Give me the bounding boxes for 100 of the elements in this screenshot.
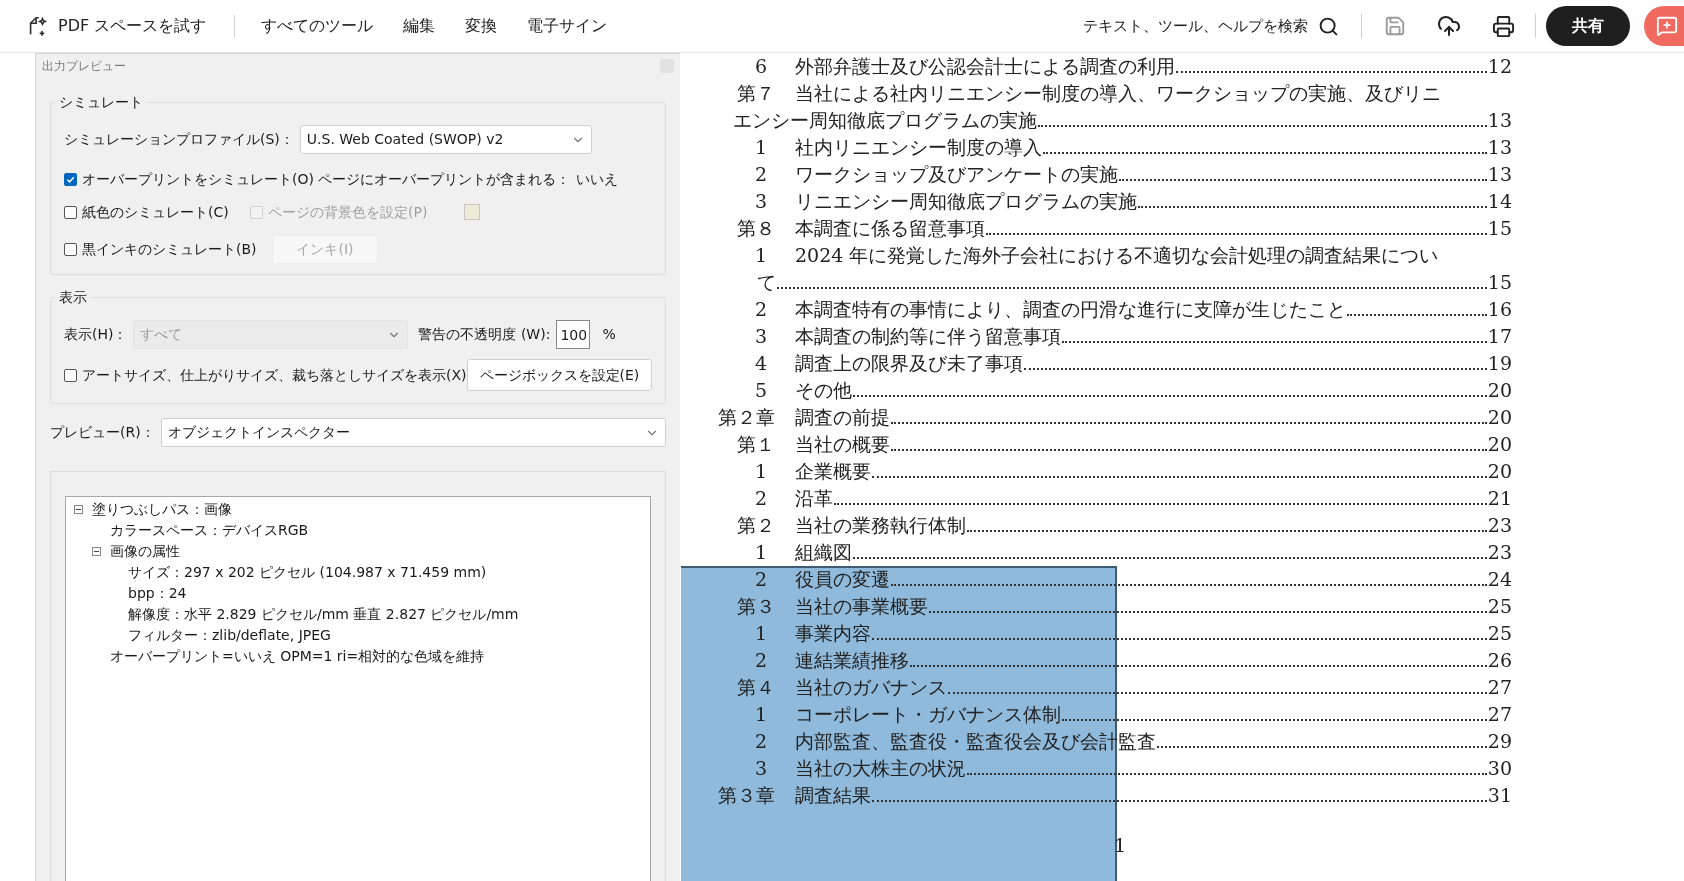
page-number: 27 bbox=[1487, 674, 1512, 700]
toc-number: 2 bbox=[753, 566, 768, 592]
tree-item[interactable]: 解像度：水平 2.829 ピクセル/mm 垂直 2.827 ピクセル/mm bbox=[128, 604, 519, 625]
toc-title: 当社のガバナンス bbox=[795, 674, 947, 700]
page-number: 31 bbox=[1487, 782, 1512, 808]
toc-number: 1 bbox=[753, 701, 768, 727]
toc-title: 2024 年に発覚した海外子会社における不適切な会計処理の調査結果につい bbox=[795, 242, 1439, 268]
print-icon[interactable] bbox=[1492, 14, 1515, 38]
toc-number: 1 bbox=[753, 242, 768, 268]
collapse-icon[interactable] bbox=[92, 547, 101, 556]
profile-dropdown[interactable]: U.S. Web Coated (SWOP) v2 bbox=[299, 125, 592, 154]
page-number: 13 bbox=[1487, 161, 1512, 187]
checkbox[interactable] bbox=[64, 205, 77, 219]
checkbox-label: 黒インキのシミュレート(B) bbox=[82, 239, 257, 259]
group-title: シミュレート bbox=[58, 93, 144, 112]
menu-item[interactable]: 変換 bbox=[465, 14, 498, 38]
menu-item[interactable]: 編集 bbox=[403, 14, 436, 38]
info-label: ページにオーバープリントが含まれる： bbox=[318, 169, 570, 189]
checkbox[interactable] bbox=[64, 242, 77, 256]
save-icon[interactable] bbox=[1384, 15, 1406, 37]
upload-icon[interactable] bbox=[1437, 14, 1461, 38]
field-label: シミュレーションプロファイル(S)： bbox=[64, 130, 294, 149]
page-number: 15 bbox=[1487, 269, 1512, 295]
tree-item[interactable]: 画像の属性 bbox=[110, 541, 180, 562]
checkmark-icon bbox=[66, 174, 75, 184]
toc-title: 社内リニエンシー制度の導入 bbox=[795, 134, 1042, 160]
toc-title: 調査の前提 bbox=[795, 404, 890, 430]
toc-title: 当社の概要 bbox=[795, 431, 890, 457]
tree-item[interactable]: 塗りつぶしパス：画像 bbox=[92, 499, 232, 520]
page-box-button[interactable]: ページボックスを設定(E) bbox=[466, 359, 653, 391]
toc-number: 5 bbox=[753, 377, 768, 403]
toc-number: 3 bbox=[753, 323, 768, 349]
toc-title: 調査結果 bbox=[795, 782, 871, 808]
page-number: 30 bbox=[1487, 755, 1512, 781]
toc-title: て bbox=[757, 269, 776, 295]
comment-plus-icon bbox=[1656, 15, 1678, 37]
page-number: 20 bbox=[1487, 377, 1512, 403]
toc-title: リニエンシー周知徹底プログラムの実施 bbox=[795, 188, 1137, 214]
toc-title: 当社の業務執行体制 bbox=[795, 512, 966, 538]
toc-title: エンシー周知徹底プログラムの実施 bbox=[733, 107, 1037, 133]
checkbox[interactable] bbox=[64, 368, 77, 382]
checkbox-label: オーバープリントをシミュレート(O) bbox=[82, 169, 314, 189]
page-number: 20 bbox=[1487, 458, 1512, 484]
collapse-icon[interactable] bbox=[74, 505, 83, 514]
toc-title: ワークショップ及びアンケートの実施 bbox=[795, 161, 1118, 187]
search-label[interactable]: テキスト、ツール、ヘルプを検索 bbox=[1083, 14, 1308, 38]
tree-item[interactable]: bpp：24 bbox=[128, 583, 187, 604]
page-number: 25 bbox=[1487, 593, 1512, 619]
preview-dropdown[interactable]: オブジェクトインスペクター bbox=[160, 418, 666, 447]
page-number: 20 bbox=[1487, 431, 1512, 457]
toc-number: 2 bbox=[753, 485, 768, 511]
checkbox-label: アートサイズ、仕上がりサイズ、裁ち落としサイズを表示(X) bbox=[82, 365, 467, 385]
page-number: 13 bbox=[1487, 107, 1512, 133]
page-number: 21 bbox=[1487, 485, 1512, 511]
toc-number: 3 bbox=[753, 755, 768, 781]
color-swatch[interactable] bbox=[464, 204, 480, 220]
page-number: 23 bbox=[1487, 539, 1512, 565]
toc-number: 第２章 bbox=[717, 404, 775, 430]
toc-title: コーポレート・ガバナンス体制 bbox=[795, 701, 1061, 727]
toc-number: 第３ bbox=[736, 593, 775, 619]
toc-title: 沿革 bbox=[795, 485, 833, 511]
page-number: 12 bbox=[1487, 53, 1512, 79]
toc-number: 第１ bbox=[736, 431, 775, 457]
page-number: 24 bbox=[1487, 566, 1512, 592]
menu-item[interactable]: すべてのツール bbox=[261, 14, 374, 38]
toc-number: 第７ bbox=[736, 80, 775, 106]
toc-number: 2 bbox=[753, 296, 768, 322]
tree-item[interactable]: サイズ：297 x 202 ピクセル (104.987 x 71.459 mm) bbox=[128, 562, 487, 583]
toc-title: 本調査の制約等に伴う留意事項 bbox=[795, 323, 1061, 349]
tree-item[interactable]: フィルター：zlib/deflate, JPEG bbox=[128, 625, 331, 646]
trial-link[interactable]: PDF スペースを試す bbox=[58, 14, 207, 38]
group-title: 表示 bbox=[58, 288, 88, 307]
dialog-title: 出力プレビュー bbox=[42, 58, 126, 75]
checkbox-label: ページの背景色を設定(P) bbox=[268, 202, 428, 222]
menu-item[interactable]: 電子サイン bbox=[527, 14, 608, 38]
toc-number: 1 bbox=[753, 458, 768, 484]
toc-number: 第８ bbox=[736, 215, 775, 241]
page-number: 27 bbox=[1487, 701, 1512, 727]
toc-title: 当社による社内リニエンシー制度の導入、ワークショップの実施、及びリニ bbox=[795, 80, 1441, 106]
toc-title: 役員の変遷 bbox=[795, 566, 890, 592]
field-label: 警告の不透明度 (W): bbox=[418, 325, 551, 344]
toc-title: 当社の大株主の状況 bbox=[795, 755, 966, 781]
tree-item[interactable]: オーバープリント=いいえ OPM=1 ri=相対的な色域を維持 bbox=[110, 646, 485, 667]
field-label: 表示(H)： bbox=[64, 325, 128, 344]
checkbox-label: 紙色のシミュレート(C) bbox=[82, 202, 229, 222]
opacity-input[interactable]: 100 bbox=[556, 320, 591, 349]
page-number: 23 bbox=[1487, 512, 1512, 538]
toc-number: 2 bbox=[753, 728, 768, 754]
page-number: 16 bbox=[1487, 296, 1512, 322]
toc-title: その他 bbox=[795, 377, 852, 403]
toc-number: 第２ bbox=[736, 512, 775, 538]
page-number: 17 bbox=[1487, 323, 1512, 349]
percent-label: % bbox=[602, 325, 616, 344]
checkbox[interactable] bbox=[64, 172, 77, 186]
toc-number: 第３章 bbox=[717, 782, 775, 808]
tree-item[interactable]: カラースペース：デバイスRGB bbox=[110, 520, 309, 541]
share-button[interactable]: 共有 bbox=[1546, 6, 1630, 46]
toc-number: 2 bbox=[753, 647, 768, 673]
toc-title: 外部弁護士及び公認会計士による調査の利用 bbox=[795, 53, 1175, 79]
search-icon[interactable] bbox=[1318, 15, 1339, 37]
